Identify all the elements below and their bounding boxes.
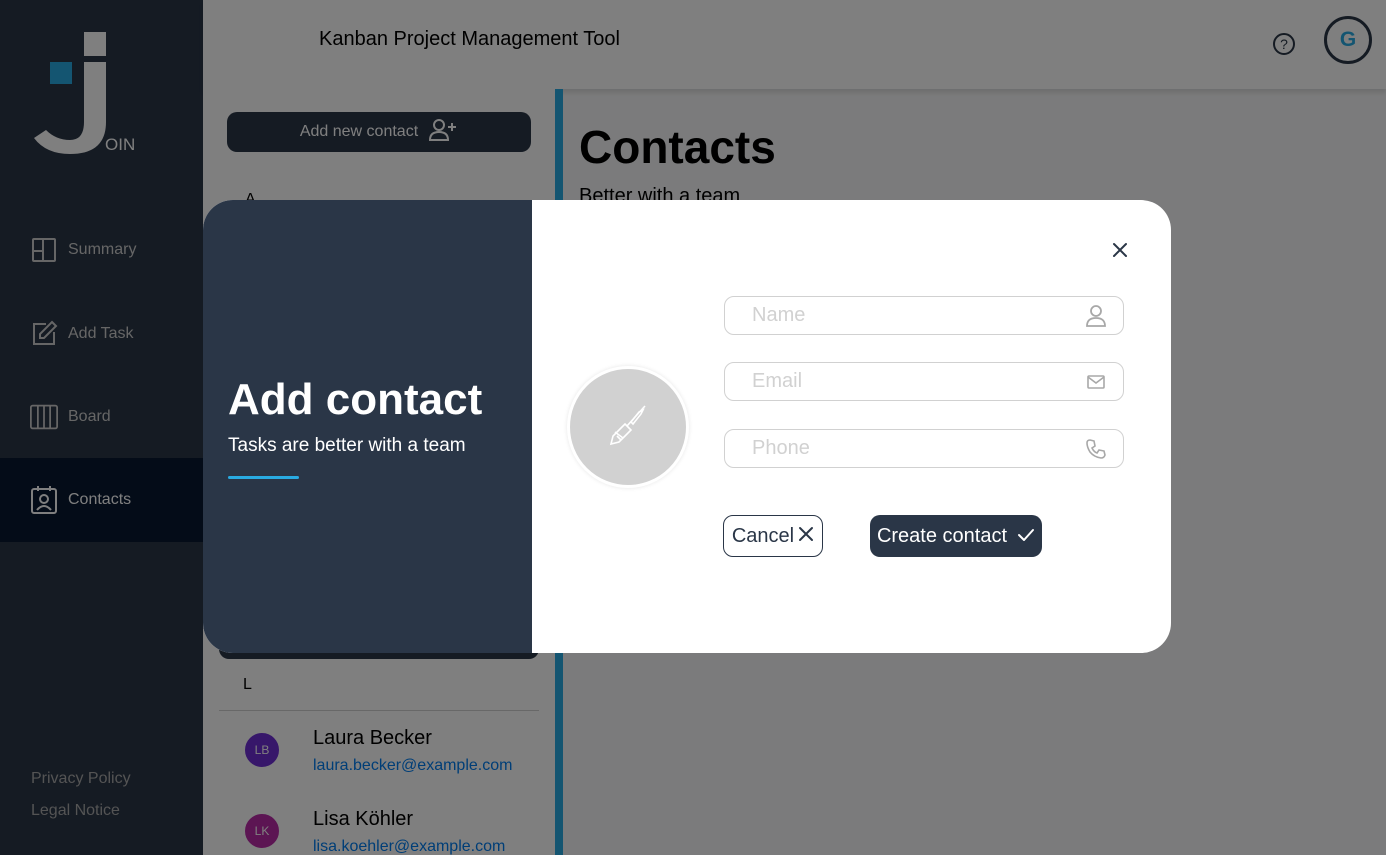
profile-image-placeholder[interactable] — [567, 366, 689, 488]
email-field[interactable] — [724, 362, 1124, 401]
person-icon — [1085, 305, 1107, 327]
name-input[interactable] — [752, 297, 1082, 334]
check-icon — [1017, 525, 1035, 548]
brush-icon — [605, 402, 651, 453]
modal-title: Add contact — [228, 375, 483, 424]
close-icon — [798, 525, 814, 548]
mail-icon — [1085, 371, 1107, 393]
phone-field[interactable] — [724, 429, 1124, 468]
phone-input[interactable] — [752, 430, 1082, 467]
modal-subtitle: Tasks are better with a team — [228, 435, 466, 456]
add-contact-modal: Add contact Tasks are better with a team… — [203, 200, 1171, 653]
name-field[interactable] — [724, 296, 1124, 335]
email-input[interactable] — [752, 363, 1082, 400]
cancel-button[interactable]: Cancel — [723, 515, 823, 557]
cancel-label: Cancel — [731, 524, 795, 547]
modal-side-panel: Add contact Tasks are better with a team — [203, 200, 532, 653]
close-icon[interactable] — [1106, 236, 1134, 264]
create-contact-button[interactable]: Create contact — [870, 515, 1042, 557]
title-underline — [228, 476, 299, 479]
phone-icon — [1085, 438, 1107, 460]
create-contact-label: Create contact — [876, 524, 1008, 547]
